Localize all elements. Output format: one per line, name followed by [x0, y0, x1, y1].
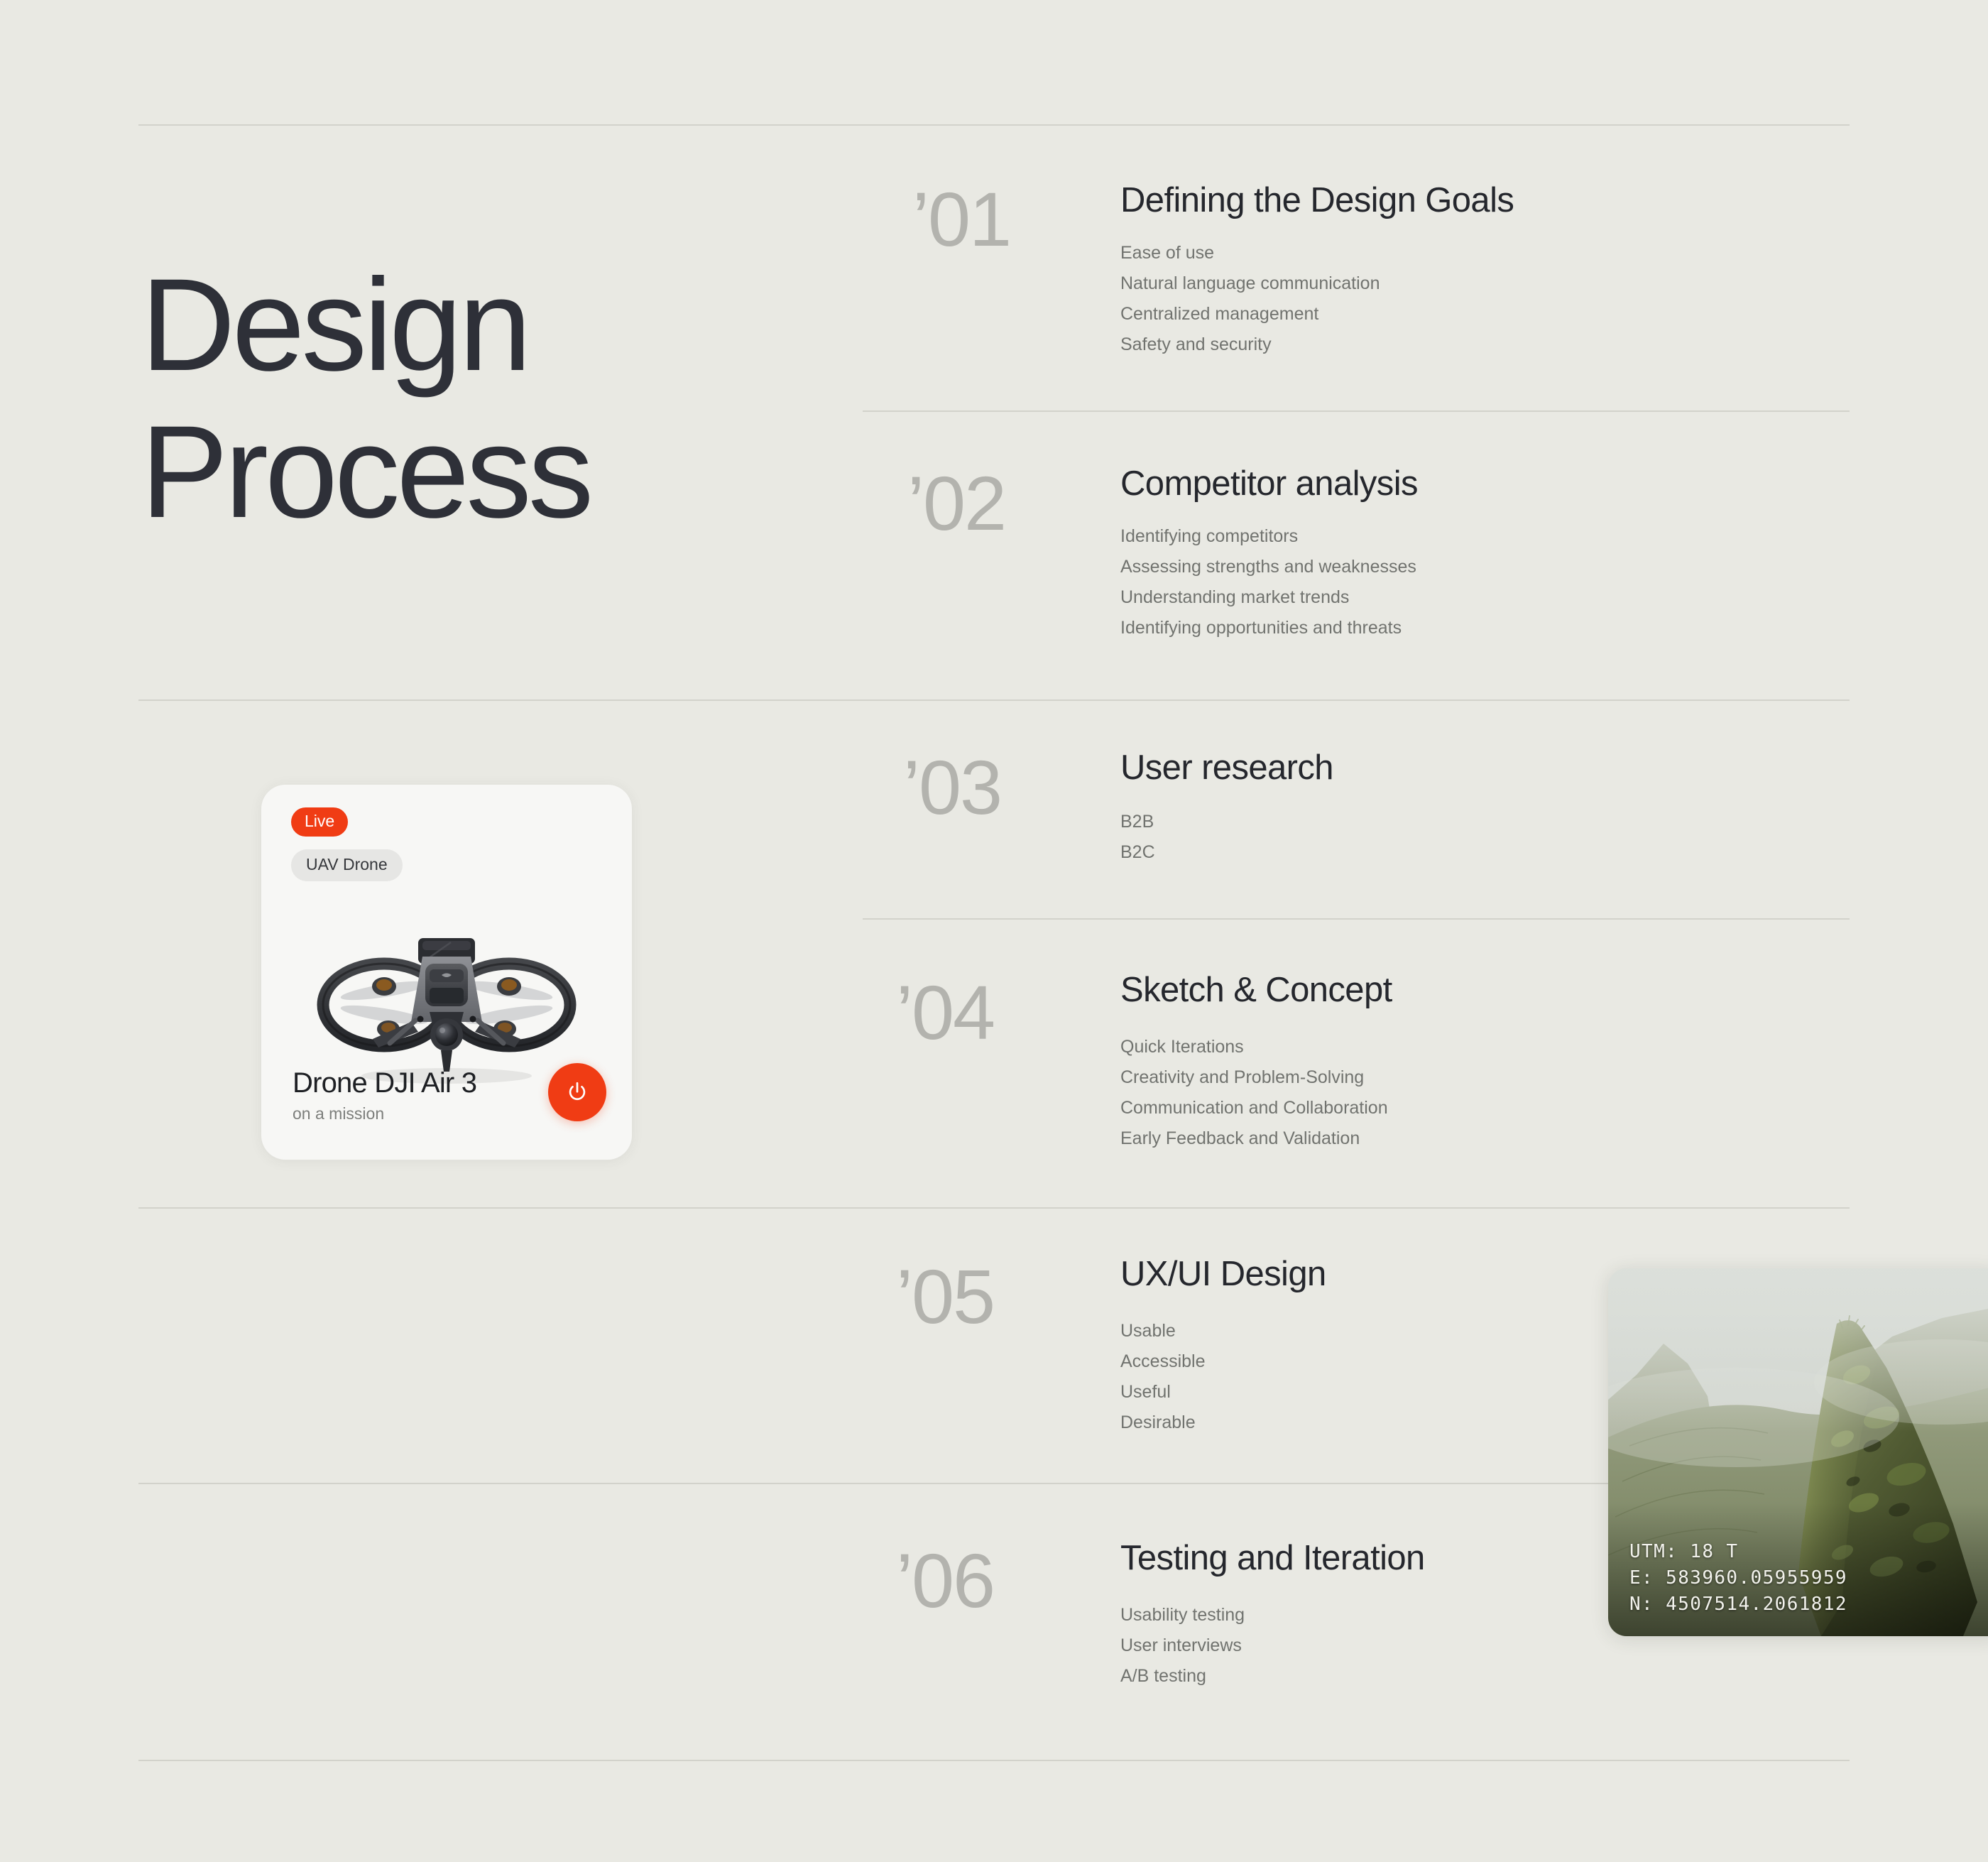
step-number-06: ’06: [896, 1537, 995, 1623]
list-item: B2B: [1120, 812, 1154, 832]
drone-name: Drone DJI Air 3: [293, 1067, 477, 1099]
utm-easting: E: 583960.05955959: [1629, 1567, 1847, 1589]
divider-05-06: [138, 1483, 1850, 1484]
list-item: Usable: [1120, 1321, 1176, 1341]
list-item: Assessing strengths and weaknesses: [1120, 557, 1416, 577]
design-process-page: Design Process ’01 Defining the Design G…: [0, 0, 1988, 1862]
step-title-02: Competitor analysis: [1120, 464, 1418, 503]
step-number-02: ’02: [907, 460, 1007, 546]
step-items-03: B2B B2C: [1120, 813, 1155, 874]
power-button[interactable]: [548, 1063, 606, 1121]
step-items-05: Usable Accessible Useful Desirable: [1120, 1322, 1206, 1444]
divider-04-05: [138, 1207, 1850, 1209]
page-title-line-2: Process: [141, 399, 594, 546]
step-number-05: ’05: [896, 1253, 995, 1339]
device-type-badge: UAV Drone: [291, 849, 403, 881]
list-item: Understanding market trends: [1120, 587, 1350, 607]
status-badge-live: Live: [291, 807, 349, 837]
step-number-04: ’04: [896, 969, 995, 1055]
list-item: Desirable: [1120, 1412, 1196, 1432]
list-item: User interviews: [1120, 1635, 1242, 1655]
divider-top: [138, 124, 1850, 126]
step-title-06: Testing and Iteration: [1120, 1539, 1425, 1577]
step-number-03: ’03: [903, 744, 1003, 830]
divider-02-03: [138, 699, 1850, 701]
list-item: Usability testing: [1120, 1605, 1245, 1625]
divider-03-04: [863, 918, 1850, 920]
divider-bottom: [138, 1760, 1850, 1761]
step-title-04: Sketch & Concept: [1120, 971, 1392, 1009]
step-items-02: Identifying competitors Assessing streng…: [1120, 528, 1416, 650]
utm-northing: N: 4507514.2061812: [1629, 1594, 1847, 1616]
list-item: Safety and security: [1120, 334, 1272, 354]
step-items-01: Ease of use Natural language communicati…: [1120, 244, 1380, 366]
list-item: Accessible: [1120, 1351, 1206, 1371]
list-item: Identifying opportunities and threats: [1120, 618, 1402, 638]
list-item: Useful: [1120, 1382, 1171, 1402]
list-item: Natural language communication: [1120, 273, 1380, 293]
list-item: Quick Iterations: [1120, 1037, 1244, 1057]
list-item: Identifying competitors: [1120, 526, 1299, 546]
step-number-01: ’01: [912, 176, 1012, 262]
list-item: Early Feedback and Validation: [1120, 1128, 1360, 1148]
divider-01-02: [863, 410, 1850, 412]
list-item: Ease of use: [1120, 243, 1215, 263]
step-items-04: Quick Iterations Creativity and Problem-…: [1120, 1038, 1388, 1160]
step-title-03: User research: [1120, 748, 1334, 787]
uav-drone-icon: [317, 938, 577, 1084]
utm-zone: UTM: 18 T: [1629, 1541, 1739, 1563]
page-title-line-1: Design: [141, 252, 532, 398]
step-title-05: UX/UI Design: [1120, 1255, 1326, 1293]
utm-coordinates-overlay: UTM: 18 T E: 583960.05955959 N: 4507514.…: [1629, 1539, 1847, 1618]
list-item: A/B testing: [1120, 1666, 1206, 1686]
step-items-06: Usability testing User interviews A/B te…: [1120, 1606, 1245, 1698]
list-item: Creativity and Problem-Solving: [1120, 1067, 1365, 1087]
list-item: Centralized management: [1120, 304, 1319, 324]
list-item: Communication and Collaboration: [1120, 1098, 1388, 1118]
mountain-photo-card[interactable]: UTM: 18 T E: 583960.05955959 N: 4507514.…: [1608, 1268, 1988, 1636]
power-icon: [569, 1082, 586, 1101]
page-title: Design Process: [141, 252, 794, 546]
list-item: B2C: [1120, 842, 1155, 862]
drone-status-card[interactable]: Live UAV Drone Drone DJI Air 3 on a miss…: [261, 785, 632, 1160]
drone-status-text: on a mission: [293, 1104, 385, 1123]
step-title-01: Defining the Design Goals: [1120, 181, 1514, 219]
